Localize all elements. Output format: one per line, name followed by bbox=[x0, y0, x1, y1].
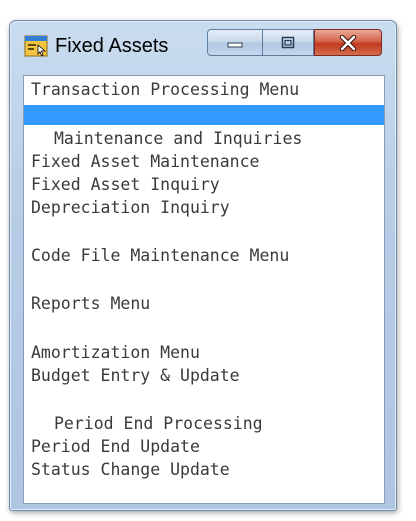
section-heading-period-end: Period End Processing bbox=[54, 414, 263, 433]
menu-item-selected-blank[interactable] bbox=[24, 105, 384, 125]
app-window-icon bbox=[24, 35, 48, 57]
minimize-button[interactable] bbox=[207, 29, 263, 56]
section-heading-maintenance: Maintenance and Inquiries bbox=[54, 129, 303, 148]
menu-item-fixed-asset-maintenance[interactable]: Fixed Asset Maintenance bbox=[31, 150, 259, 173]
title-bar[interactable]: Fixed Assets bbox=[10, 21, 396, 75]
menu-item-depreciation-inquiry[interactable]: Depreciation Inquiry bbox=[31, 196, 230, 219]
menu-item-budget-entry[interactable]: Budget Entry & Update bbox=[31, 364, 240, 387]
window-title: Fixed Assets bbox=[55, 35, 169, 57]
menu-item-transaction-processing[interactable]: Transaction Processing Menu bbox=[31, 78, 299, 101]
menu-item-period-end-update[interactable]: Period End Update bbox=[31, 435, 200, 458]
fixed-assets-window: Fixed Assets Transaction Processing Menu… bbox=[9, 20, 397, 511]
menu-item-reports[interactable]: Reports Menu bbox=[31, 292, 150, 315]
minimize-icon bbox=[227, 42, 243, 47]
menu-item-amortization[interactable]: Amortization Menu bbox=[31, 341, 200, 364]
maximize-button[interactable] bbox=[263, 29, 314, 56]
close-icon bbox=[339, 34, 357, 51]
menu-item-status-change-update[interactable]: Status Change Update bbox=[31, 458, 230, 481]
maximize-icon bbox=[281, 36, 295, 49]
menu-list: Transaction Processing Menu Maintenance … bbox=[23, 75, 385, 504]
menu-item-fixed-asset-inquiry[interactable]: Fixed Asset Inquiry bbox=[31, 173, 220, 196]
menu-item-code-file-maintenance[interactable]: Code File Maintenance Menu bbox=[31, 244, 289, 267]
close-button[interactable] bbox=[314, 29, 382, 56]
